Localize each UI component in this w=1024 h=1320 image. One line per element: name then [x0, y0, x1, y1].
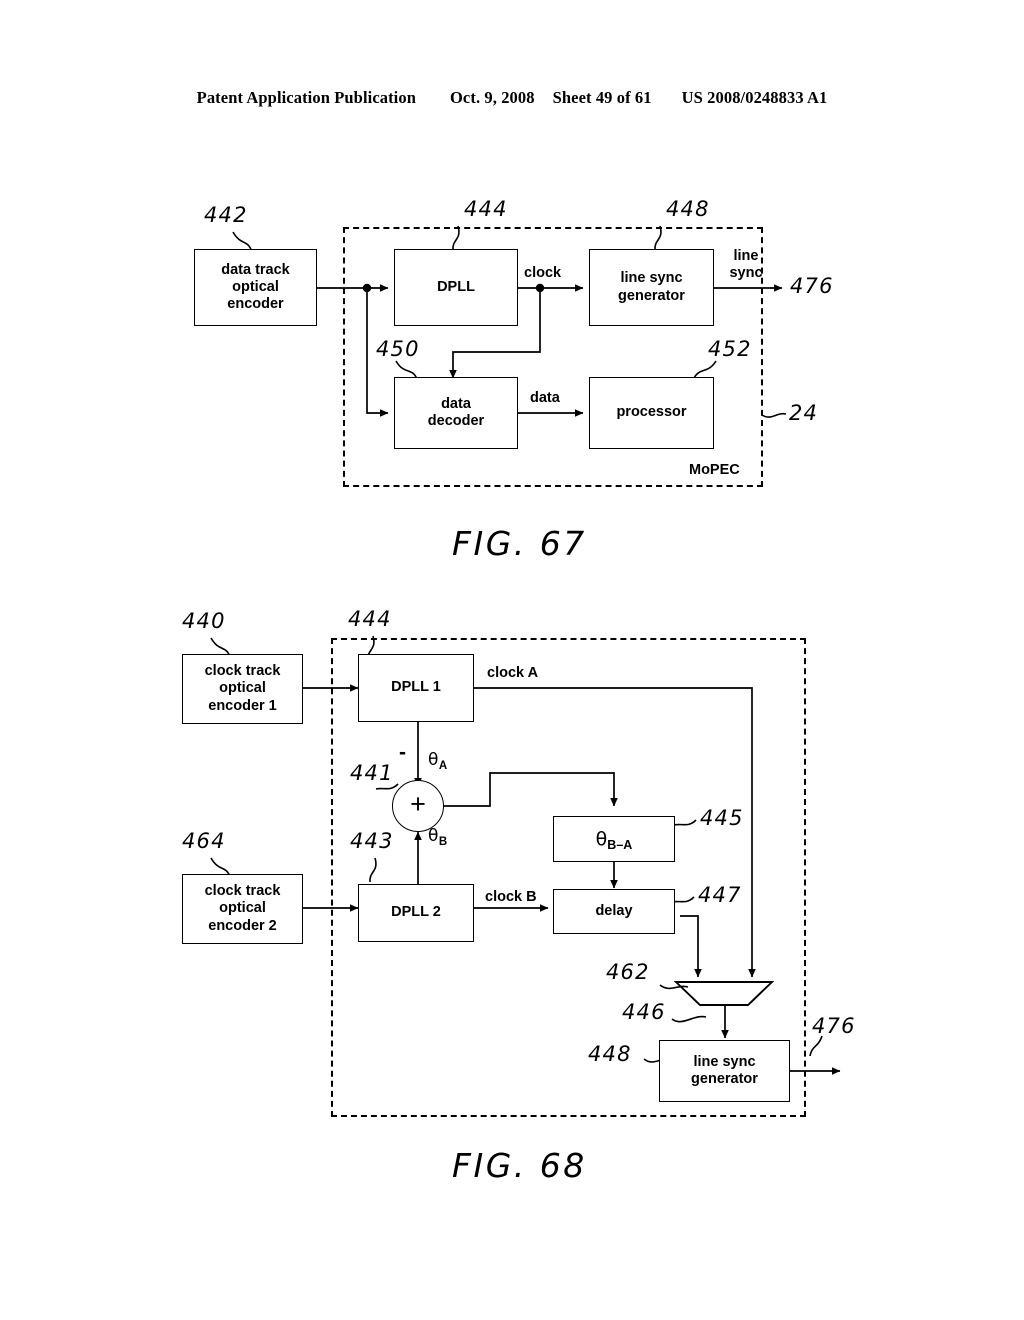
fig68-ref-446: 446 — [622, 1000, 666, 1024]
fig68-theta-b-label: θB — [428, 826, 448, 848]
header-patent-number: US 2008/0248833 A1 — [681, 88, 828, 107]
fig68-minus-sign: - — [399, 741, 406, 764]
fig67-ref-448: 448 — [666, 197, 710, 221]
fig67-ref-450: 450 — [376, 337, 420, 361]
fig68-delay-label: delay — [595, 902, 633, 919]
fig68-caption: FIG. 68 — [452, 1146, 587, 1185]
fig68-clock-a-label: clock A — [487, 665, 539, 681]
fig68-ref-445: 445 — [700, 806, 744, 830]
fig67-data-signal-label: data — [530, 390, 560, 406]
fig68-line-sync-generator: line sync generator — [659, 1040, 794, 1106]
fig68-dpll2-label: DPLL 2 — [391, 904, 441, 921]
fig68-ref-440: 440 — [182, 609, 226, 633]
fig68-clock-track-optical-encoder-1: clock track optical encoder 1 — [182, 654, 307, 728]
fig67-line-sync-generator: line sync generator — [589, 249, 718, 330]
fig67-ref-476: 476 — [790, 274, 834, 298]
fig68-ref-448: 448 — [588, 1042, 632, 1066]
fig68-ref-476: 476 — [812, 1014, 856, 1038]
fig67-clock-signal-label: clock — [524, 265, 562, 281]
fig68-theta-b-minus-a-block: θB–A — [553, 816, 679, 866]
fig67-encoder-label: data track optical encoder — [221, 261, 290, 313]
fig68-theta-diff-subscript: B–A — [607, 837, 633, 852]
fig68-encoder1-label: clock track optical encoder 1 — [204, 663, 281, 714]
fig67-ref-444: 444 — [464, 197, 508, 221]
patent-drawing-page: Patent Application Publication Oct. 9, 20… — [0, 0, 1024, 1320]
fig67-data-decoder: data decoder — [394, 377, 522, 453]
fig67-dpll-label: DPLL — [437, 278, 475, 295]
fig68-line-sync-generator-label: line sync generator — [691, 1053, 758, 1087]
fig67-ref-452: 452 — [708, 337, 752, 361]
fig68-dpll-2: DPLL 2 — [358, 884, 478, 946]
fig68-ref-462: 462 — [606, 960, 650, 984]
fig67-data-decoder-label: data decoder — [427, 395, 485, 429]
fig68-theta-a-label: θA — [428, 750, 448, 772]
header-date: Oct. 9, 2008 — [450, 88, 535, 107]
fig68-theta-a-subscript: A — [438, 760, 448, 772]
fig68-clock-b-label: clock B — [485, 889, 537, 905]
fig67-data-track-optical-encoder: data track optical encoder — [194, 249, 321, 330]
fig68-encoder2-label: clock track optical encoder 2 — [204, 883, 281, 934]
fig68-ref-464: 464 — [182, 829, 226, 853]
fig67-processor: processor — [589, 377, 718, 453]
fig68-dpll1-label: DPLL 1 — [391, 679, 441, 696]
fig67-ref-442: 442 — [204, 203, 248, 227]
fig68-ref-444: 444 — [348, 607, 392, 631]
fig68-delay-block: delay — [553, 889, 679, 938]
fig67-line-sync-signal-label: line sync — [729, 248, 763, 281]
fig68-clock-track-optical-encoder-2: clock track optical encoder 2 — [182, 874, 307, 948]
fig67-ref-24: 24 — [789, 401, 819, 425]
fig68-dpll-1: DPLL 1 — [358, 654, 478, 726]
header-sheet: Sheet 49 of 61 — [552, 88, 652, 107]
header-publication: Patent Application Publication — [196, 88, 416, 107]
fig68-ref-447: 447 — [698, 883, 742, 907]
fig68-ref-441: 441 — [350, 761, 394, 785]
fig67-line-sync-generator-label: line sync generator — [618, 270, 685, 304]
fig68-summing-junction: + — [392, 780, 444, 832]
fig67-dpll: DPLL — [394, 249, 522, 330]
fig67-processor-label: processor — [616, 404, 687, 421]
fig68-summing-junction-label: + — [410, 788, 426, 819]
fig67-mopec-label: MoPEC — [689, 462, 740, 478]
fig68-theta-diff-label: θB–A — [595, 827, 633, 852]
fig68-ref-443: 443 — [350, 829, 394, 853]
fig68-theta-b-subscript: B — [438, 836, 448, 848]
fig67-caption: FIG. 67 — [452, 524, 587, 563]
page-header: Patent Application Publication Oct. 9, 20… — [0, 88, 1024, 108]
